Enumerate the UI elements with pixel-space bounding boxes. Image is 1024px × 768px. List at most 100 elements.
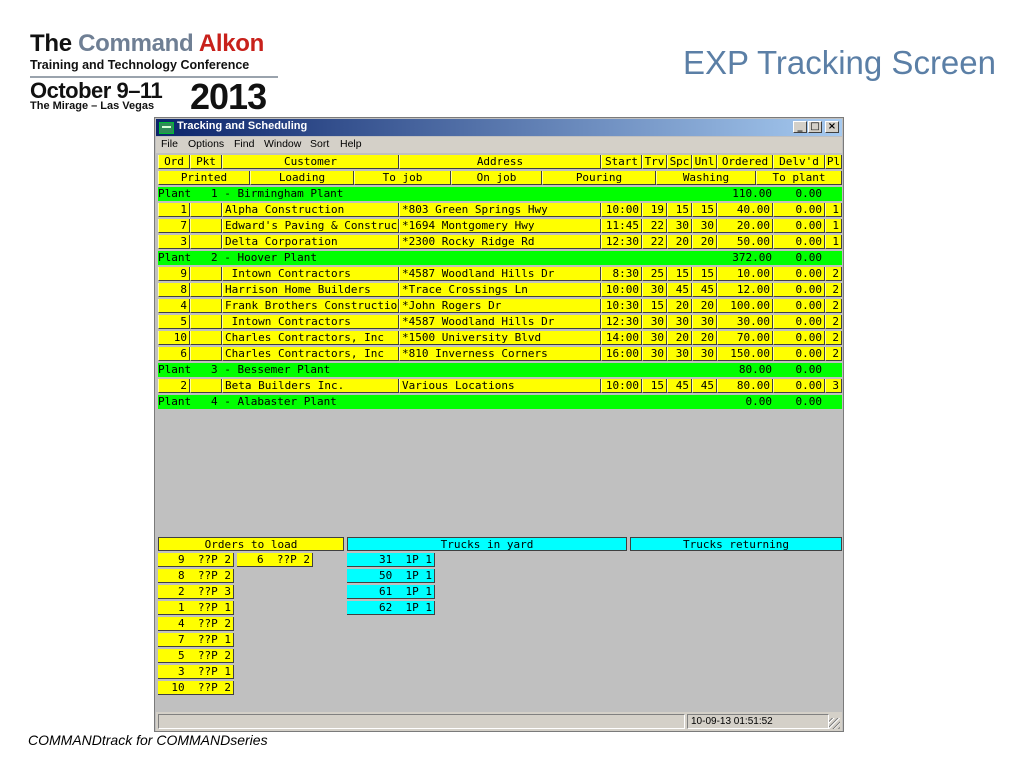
tracking-window: Tracking and Scheduling _ □ × File Optio… [154, 117, 844, 732]
order-to-load-chip[interactable]: 1 ??P 1 [158, 601, 234, 615]
slide-title: EXP Tracking Screen [682, 44, 996, 81]
order-unl: 20 [692, 331, 717, 345]
order-unl: 30 [692, 347, 717, 361]
order-pkt [190, 235, 222, 249]
order-ordered: 40.00 [717, 203, 773, 217]
order-spc: 45 [667, 379, 692, 393]
order-trv: 15 [642, 379, 667, 393]
window-titlebar[interactable]: Tracking and Scheduling _ □ × [156, 119, 842, 136]
order-ord: 9 [158, 267, 190, 281]
truck-in-yard-chip[interactable]: 62 1P 1 [347, 601, 435, 615]
order-to-load-chip[interactable]: 6 ??P 2 [237, 553, 313, 567]
order-unl: 15 [692, 267, 717, 281]
plant-label: Plant 4 - Alabaster Plant [158, 395, 337, 408]
status-loading[interactable]: Loading [250, 171, 354, 185]
status-to-plant[interactable]: To plant [756, 171, 842, 185]
order-start: 12:30 [601, 235, 642, 249]
plant-delivered-total: 0.00 [795, 363, 823, 376]
order-trv: 30 [642, 331, 667, 345]
order-start: 11:45 [601, 219, 642, 233]
order-row[interactable]: 2 Beta Builders Inc. Various Locations 10:0… [158, 379, 842, 393]
status-on-job[interactable]: On job [451, 171, 542, 185]
order-customer: Intown Contractors [222, 315, 399, 329]
column-header-address[interactable]: Address [399, 155, 601, 169]
logo-venue: The Mirage – Las Vegas [30, 100, 155, 112]
status-pouring[interactable]: Pouring [542, 171, 656, 185]
truck-in-yard-chip[interactable]: 31 1P 1 [347, 553, 435, 567]
menu-window[interactable]: Window [264, 138, 301, 150]
maximize-button[interactable]: □ [808, 121, 822, 133]
order-pkt [190, 347, 222, 361]
order-start: 10:00 [601, 283, 642, 297]
plant-ordered-total: 0.00 [745, 395, 773, 408]
plant-ordered-total: 80.00 [738, 363, 772, 376]
order-address: *1694 Montgomery Hwy [399, 219, 601, 233]
order-pkt [190, 379, 222, 393]
order-row[interactable]: 7 Edward's Paving & Construc *1694 Montgom… [158, 219, 842, 233]
menu-file[interactable]: File [161, 138, 178, 150]
order-to-load-chip[interactable]: 4 ??P 2 [158, 617, 234, 631]
order-row[interactable]: 4 Frank Brothers Constructio *John Rogers … [158, 299, 842, 313]
column-header-spc[interactable]: Spc [667, 155, 692, 169]
status-bar: 10-09-13 01:51:52 [156, 712, 842, 731]
order-customer: Delta Corporation [222, 235, 399, 249]
logo-line-2: Training and Technology Conference [30, 58, 250, 72]
column-header-ordered[interactable]: Ordered [717, 155, 773, 169]
order-address: *810 Inverness Corners [399, 347, 601, 361]
truck-in-yard-chip[interactable]: 50 1P 1 [347, 569, 435, 583]
order-to-load-chip[interactable]: 7 ??P 1 [158, 633, 234, 647]
order-address: *1500 University Blvd [399, 331, 601, 345]
column-header-ord[interactable]: Ord [158, 155, 190, 169]
order-row[interactable]: 10 Charles Contractors, Inc *1500 Universi… [158, 331, 842, 345]
order-to-load-chip[interactable]: 10 ??P 2 [158, 681, 234, 695]
order-to-load-chip[interactable]: 3 ??P 1 [158, 665, 234, 679]
order-pkt [190, 219, 222, 233]
truck-in-yard-chip[interactable]: 61 1P 1 [347, 585, 435, 599]
plant-row[interactable]: Plant 2 - Hoover Plant 372.00 0.00 [158, 251, 842, 265]
column-header-customer[interactable]: Customer [222, 155, 399, 169]
menu-options[interactable]: Options [188, 138, 224, 150]
status-to-job[interactable]: To job [354, 171, 451, 185]
resize-grip[interactable] [829, 718, 840, 729]
order-pl: 1 [825, 219, 842, 233]
order-row[interactable]: 8 Harrison Home Builders *Trace Crossings … [158, 283, 842, 297]
order-ordered: 150.00 [717, 347, 773, 361]
plant-row[interactable]: Plant 4 - Alabaster Plant 0.00 0.00 [158, 395, 842, 409]
menu-sort[interactable]: Sort [310, 138, 329, 150]
column-header-pkt[interactable]: Pkt [190, 155, 222, 169]
menu-find[interactable]: Find [234, 138, 254, 150]
order-row[interactable]: 5 Intown Contractors *4587 Woodland Hills… [158, 315, 842, 329]
menu-help[interactable]: Help [340, 138, 362, 150]
order-pl: 2 [825, 283, 842, 297]
order-ord: 1 [158, 203, 190, 217]
order-row[interactable]: 1 Alpha Construction *803 Green Springs Hw… [158, 203, 842, 217]
trucks-returning-header: Trucks returning [630, 537, 842, 551]
order-ord: 3 [158, 235, 190, 249]
order-to-load-chip[interactable]: 9 ??P 2 [158, 553, 234, 567]
order-trv: 30 [642, 347, 667, 361]
column-header-unl[interactable]: Unl [692, 155, 717, 169]
order-to-load-chip[interactable]: 2 ??P 3 [158, 585, 234, 599]
column-header-start[interactable]: Start [601, 155, 642, 169]
order-customer: Beta Builders Inc. [222, 379, 399, 393]
orders-to-load-header: Orders to load [158, 537, 344, 551]
order-row[interactable]: 3 Delta Corporation *2300 Rocky Ridge Rd 12… [158, 235, 842, 249]
status-washing[interactable]: Washing [656, 171, 756, 185]
plant-row[interactable]: Plant 3 - Bessemer Plant 80.00 0.00 [158, 363, 842, 377]
plant-ordered-total: 110.00 [732, 187, 772, 200]
trucks-in-yard-header: Trucks in yard [347, 537, 627, 551]
order-row[interactable]: 6 Charles Contractors, Inc *810 Inverness … [158, 347, 842, 361]
order-spc: 20 [667, 235, 692, 249]
column-header-delvd[interactable]: Delv'd [773, 155, 825, 169]
column-header-pl[interactable]: Pl [825, 155, 842, 169]
order-pl: 2 [825, 299, 842, 313]
status-printed[interactable]: Printed [158, 171, 250, 185]
close-button[interactable]: × [825, 121, 839, 133]
column-header-trv[interactable]: Trv [642, 155, 667, 169]
plant-row[interactable]: Plant 1 - Birmingham Plant 110.00 0.00 [158, 187, 842, 201]
order-row[interactable]: 9 Intown Contractors *4587 Woodland Hills… [158, 267, 842, 281]
order-to-load-chip[interactable]: 5 ??P 2 [158, 649, 234, 663]
order-to-load-chip[interactable]: 8 ??P 2 [158, 569, 234, 583]
minimize-button[interactable]: _ [793, 121, 807, 133]
order-spc: 15 [667, 267, 692, 281]
